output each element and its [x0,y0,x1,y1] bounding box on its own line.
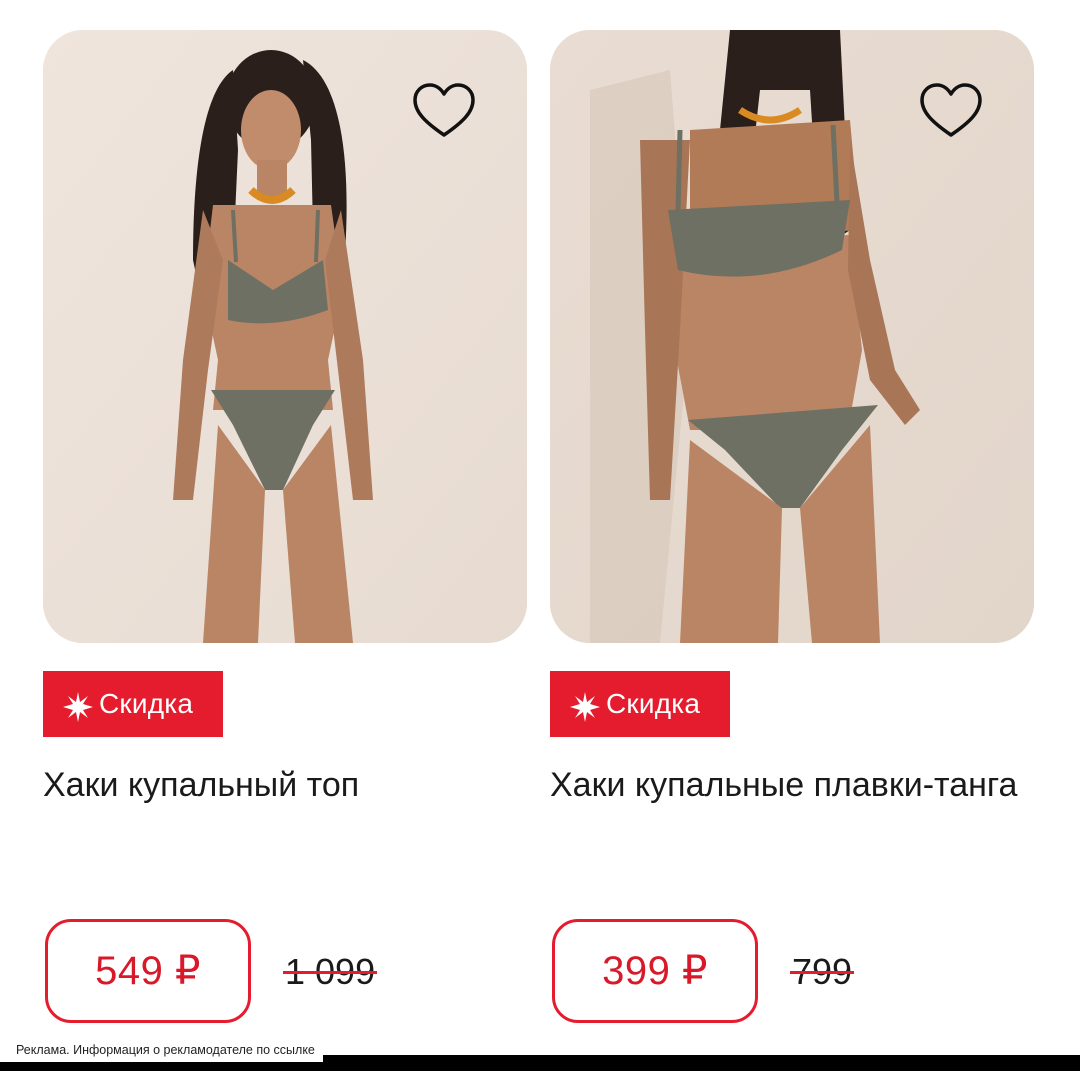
badge-label: Скидка [606,688,701,719]
strikethrough-line [283,971,378,974]
heart-outline-icon[interactable] [918,82,984,140]
discount-badge: Скидка [550,671,730,737]
product-title[interactable]: Хаки купальный топ [43,763,513,807]
old-price: 1 099 [283,950,378,994]
badge-label: Скидка [99,688,194,719]
product-title[interactable]: Хаки купальные плавки-танга [550,763,1020,807]
product-card-1[interactable]: Скидка Хаки купальный топ 549 ₽ 1 099 [43,30,529,1023]
ad-notice-link[interactable]: Реклама. Информация о рекламодателе по с… [0,1038,323,1062]
current-price: 399 ₽ [602,949,708,993]
price-button[interactable]: 399 ₽ [552,919,758,1023]
strikethrough-line [790,971,855,974]
current-price: 549 ₽ [95,949,201,993]
discount-badge: Скидка [43,671,223,737]
price-button[interactable]: 549 ₽ [45,919,251,1023]
burst-star-icon [63,692,93,722]
burst-star-icon [570,692,600,722]
product-image-1[interactable] [43,30,527,643]
heart-outline-icon[interactable] [411,82,477,140]
product-image-2[interactable] [550,30,1034,643]
product-card-2[interactable]: Скидка Хаки купальные плавки-танга 399 ₽… [550,30,1036,1023]
old-price: 799 [790,950,855,994]
